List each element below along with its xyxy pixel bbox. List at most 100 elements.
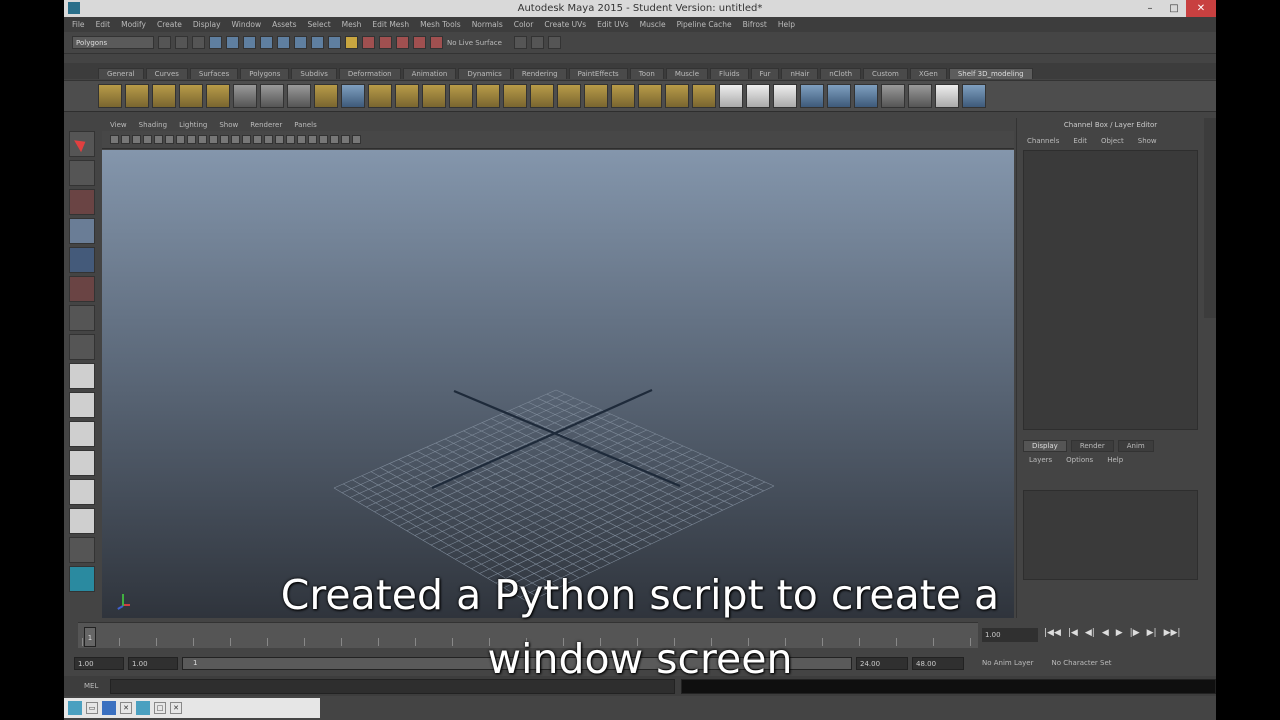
shelf-tab-deformation[interactable]: Deformation [338, 68, 401, 79]
wireframe-icon[interactable] [253, 135, 262, 144]
shelf-tool-icon[interactable] [179, 84, 203, 108]
shelf-tool-icon[interactable] [125, 84, 149, 108]
menu-create[interactable]: Create [157, 20, 182, 29]
script-window-icon[interactable] [136, 701, 150, 715]
maximize-icon[interactable]: □ [154, 702, 166, 714]
shelf-tool-icon[interactable] [611, 84, 635, 108]
camera-attributes-icon[interactable] [121, 135, 130, 144]
maximize-button[interactable]: □ [1162, 0, 1186, 17]
shelf-tool-icon[interactable] [422, 84, 446, 108]
shelf-tab-rendering[interactable]: Rendering [512, 68, 567, 79]
channel-box-menu-object[interactable]: Object [1101, 137, 1124, 145]
shelf-tab-nhair[interactable]: nHair [781, 68, 819, 79]
shelf-tab-surfaces[interactable]: Surfaces [189, 68, 239, 79]
layer-menu-help[interactable]: Help [1107, 456, 1123, 464]
lock-selection-icon[interactable] [345, 36, 358, 49]
shelf-tab-ncloth[interactable]: nCloth [820, 68, 862, 79]
shelf-tool-clip-icon[interactable] [287, 84, 311, 108]
viewport-menu-show[interactable]: Show [219, 121, 238, 129]
layer-tab-anim[interactable]: Anim [1117, 440, 1154, 452]
menu-modify[interactable]: Modify [121, 20, 146, 29]
shelf-tool-icon[interactable] [503, 84, 527, 108]
use-all-lights-icon[interactable] [286, 135, 295, 144]
layer-menu-options[interactable]: Options [1066, 456, 1093, 464]
minimize-button[interactable]: – [1138, 0, 1162, 17]
shelf-tool-icon[interactable] [368, 84, 392, 108]
shelf-tool-icon[interactable] [827, 84, 851, 108]
shelf-tool-icon[interactable] [152, 84, 176, 108]
menu-select[interactable]: Select [308, 20, 331, 29]
textured-icon[interactable] [275, 135, 284, 144]
attribute-editor-side-tabs[interactable] [1204, 118, 1216, 318]
shelf-tool-icon[interactable] [449, 84, 473, 108]
shelf-tool-icon[interactable] [476, 84, 500, 108]
channel-box-menu-channels[interactable]: Channels [1027, 137, 1059, 145]
shelf-tab-fluids[interactable]: Fluids [710, 68, 749, 79]
menu-display[interactable]: Display [193, 20, 221, 29]
gate-mask-icon[interactable] [209, 135, 218, 144]
shelf-tool-icon[interactable] [395, 84, 419, 108]
channel-box-menu-edit[interactable]: Edit [1073, 137, 1087, 145]
shelf-tool-icon[interactable] [557, 84, 581, 108]
render-current-frame-icon[interactable] [513, 36, 527, 49]
shelf-tab-dynamics[interactable]: Dynamics [458, 68, 511, 79]
shelf-tool-icon[interactable] [881, 84, 905, 108]
image-plane-icon[interactable] [143, 135, 152, 144]
xray-icon[interactable] [319, 135, 328, 144]
shelf-tab-subdivs[interactable]: Subdivs [291, 68, 337, 79]
viewport-menu-lighting[interactable]: Lighting [179, 121, 207, 129]
move-tool-icon[interactable] [69, 218, 95, 244]
shelf-tab-polygons[interactable]: Polygons [240, 68, 290, 79]
shelf-tab-fur[interactable]: Fur [750, 68, 780, 79]
shelf-tab-animation[interactable]: Animation [402, 68, 457, 79]
film-gate-icon[interactable] [187, 135, 196, 144]
isolate-select-icon[interactable] [341, 135, 350, 144]
viewport-menu-renderer[interactable]: Renderer [250, 121, 282, 129]
shelf-tool-icon[interactable] [719, 84, 743, 108]
select-camera-icon[interactable] [110, 135, 119, 144]
shelf-tab-3d-modeling[interactable]: Shelf 3D_modeling [948, 68, 1033, 79]
channel-box-menu-show[interactable]: Show [1138, 137, 1157, 145]
menu-mesh[interactable]: Mesh [342, 20, 362, 29]
viewport-menu-shading[interactable]: Shading [139, 121, 167, 129]
menu-muscle[interactable]: Muscle [640, 20, 666, 29]
layer-tab-display[interactable]: Display [1023, 440, 1067, 452]
snap-to-grid-icon[interactable] [362, 36, 375, 49]
shelf-tab-custom[interactable]: Custom [863, 68, 908, 79]
persp-outliner-layout-icon[interactable] [69, 421, 95, 447]
four-view-layout-icon[interactable] [69, 392, 95, 418]
menu-color[interactable]: Color [514, 20, 534, 29]
field-chart-icon[interactable] [220, 135, 229, 144]
shadows-icon[interactable] [297, 135, 306, 144]
shelf-tool-split-icon[interactable] [341, 84, 365, 108]
shelf-tool-icon[interactable] [314, 84, 338, 108]
close-icon[interactable]: ✕ [170, 702, 182, 714]
safe-title-icon[interactable] [242, 135, 251, 144]
shelf-tab-toon[interactable]: Toon [629, 68, 664, 79]
shelf-tool-icon[interactable] [908, 84, 932, 108]
single-perspective-layout-icon[interactable] [69, 363, 95, 389]
menu-bifrost[interactable]: Bifrost [743, 20, 767, 29]
select-by-deformer-icon[interactable] [328, 36, 341, 49]
persp-graph-layout-icon[interactable] [69, 450, 95, 476]
select-component-icon[interactable] [243, 36, 256, 49]
menu-edit-mesh[interactable]: Edit Mesh [372, 20, 409, 29]
shelf-tab-curves[interactable]: Curves [145, 68, 188, 79]
shelf-tool-icon[interactable] [665, 84, 689, 108]
save-scene-icon[interactable] [192, 36, 205, 49]
restore-icon[interactable]: ▭ [86, 702, 98, 714]
render-settings-icon[interactable] [547, 36, 561, 49]
open-scene-icon[interactable] [175, 36, 188, 49]
menu-window[interactable]: Window [232, 20, 262, 29]
menu-mesh-tools[interactable]: Mesh Tools [420, 20, 461, 29]
menu-file[interactable]: File [72, 20, 85, 29]
menu-set-select[interactable]: Polygons [72, 36, 154, 49]
menu-create-uvs[interactable]: Create UVs [544, 20, 586, 29]
rotate-tool-icon[interactable] [69, 247, 95, 273]
hud-icon[interactable] [352, 135, 361, 144]
last-tool-icon[interactable] [69, 305, 95, 331]
xray-joints-icon[interactable] [330, 135, 339, 144]
new-scene-icon[interactable] [158, 36, 171, 49]
shelf-tool-icon[interactable] [746, 84, 770, 108]
ipr-render-icon[interactable] [530, 36, 544, 49]
